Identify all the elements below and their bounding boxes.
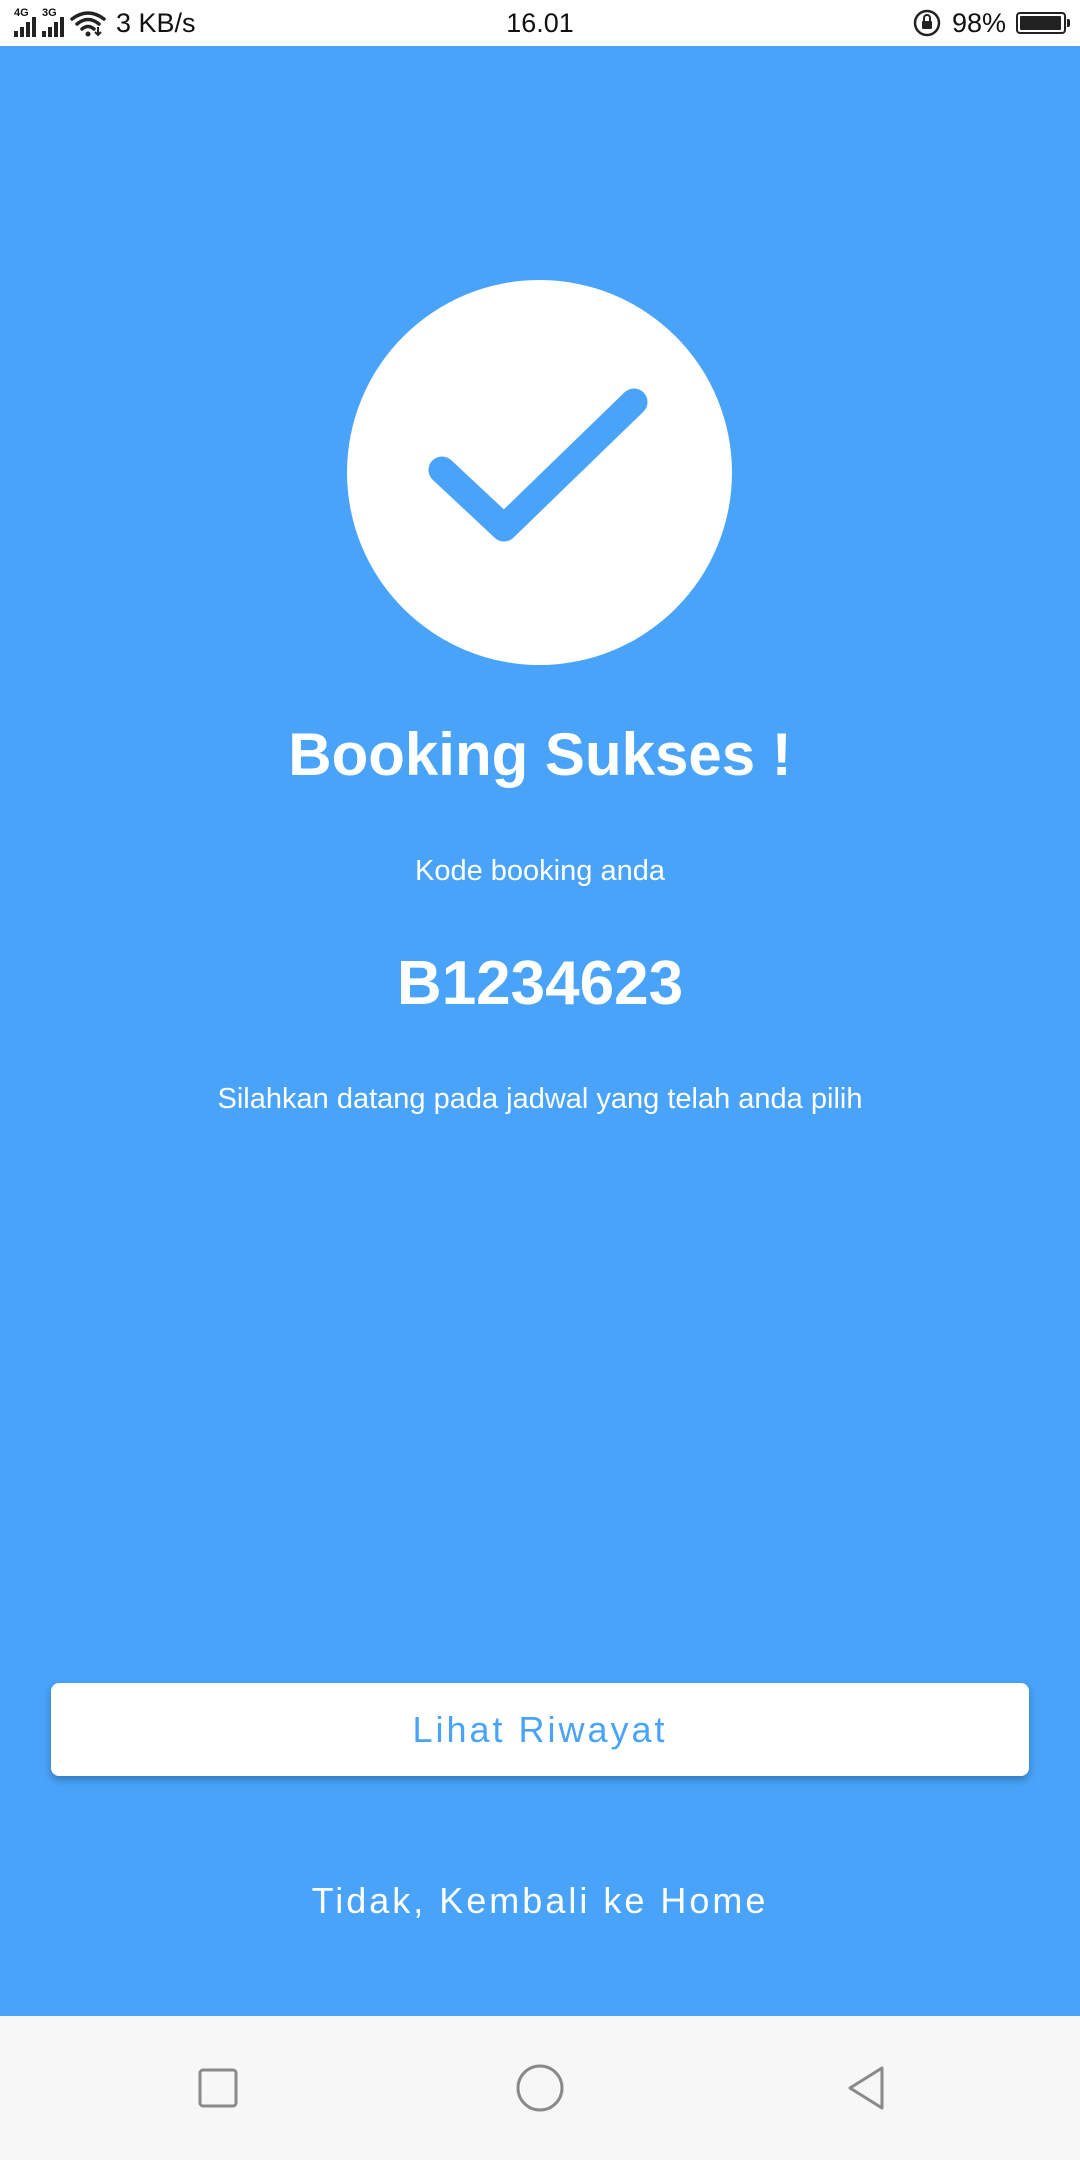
booking-code: B1234623 — [396, 949, 684, 1018]
status-right: 98% — [912, 0, 1070, 46]
success-check-circle — [347, 280, 732, 665]
battery-fill — [1020, 16, 1062, 30]
recents-button[interactable] — [180, 2050, 256, 2126]
battery-percentage: 98% — [951, 7, 1006, 38]
status-bar: 4G 3G 3 KB/s 16.01 98% — [0, 0, 1080, 46]
system-nav-bar — [0, 2016, 1080, 2160]
battery-icon — [1016, 12, 1070, 34]
booking-code-label: Kode booking anda — [415, 855, 665, 887]
booking-success-screen: 4G 3G 3 KB/s 16.01 98% Booking Sukses ! … — [0, 0, 1080, 2160]
rotation-lock-icon — [913, 9, 941, 37]
view-history-button[interactable]: Lihat Riwayat — [51, 1683, 1029, 1776]
back-triangle-icon — [848, 2066, 884, 2110]
checkmark-icon — [428, 388, 648, 542]
home-button[interactable] — [502, 2050, 578, 2126]
back-to-home-link[interactable]: Tidak, Kembali ke Home — [0, 1880, 1080, 1922]
success-title: Booking Sukses ! — [288, 721, 792, 788]
booking-note: Silahkan datang pada jadwal yang telah a… — [217, 1083, 863, 1115]
back-button[interactable] — [828, 2050, 904, 2126]
circle-icon — [516, 2064, 564, 2112]
square-icon — [198, 2068, 238, 2108]
